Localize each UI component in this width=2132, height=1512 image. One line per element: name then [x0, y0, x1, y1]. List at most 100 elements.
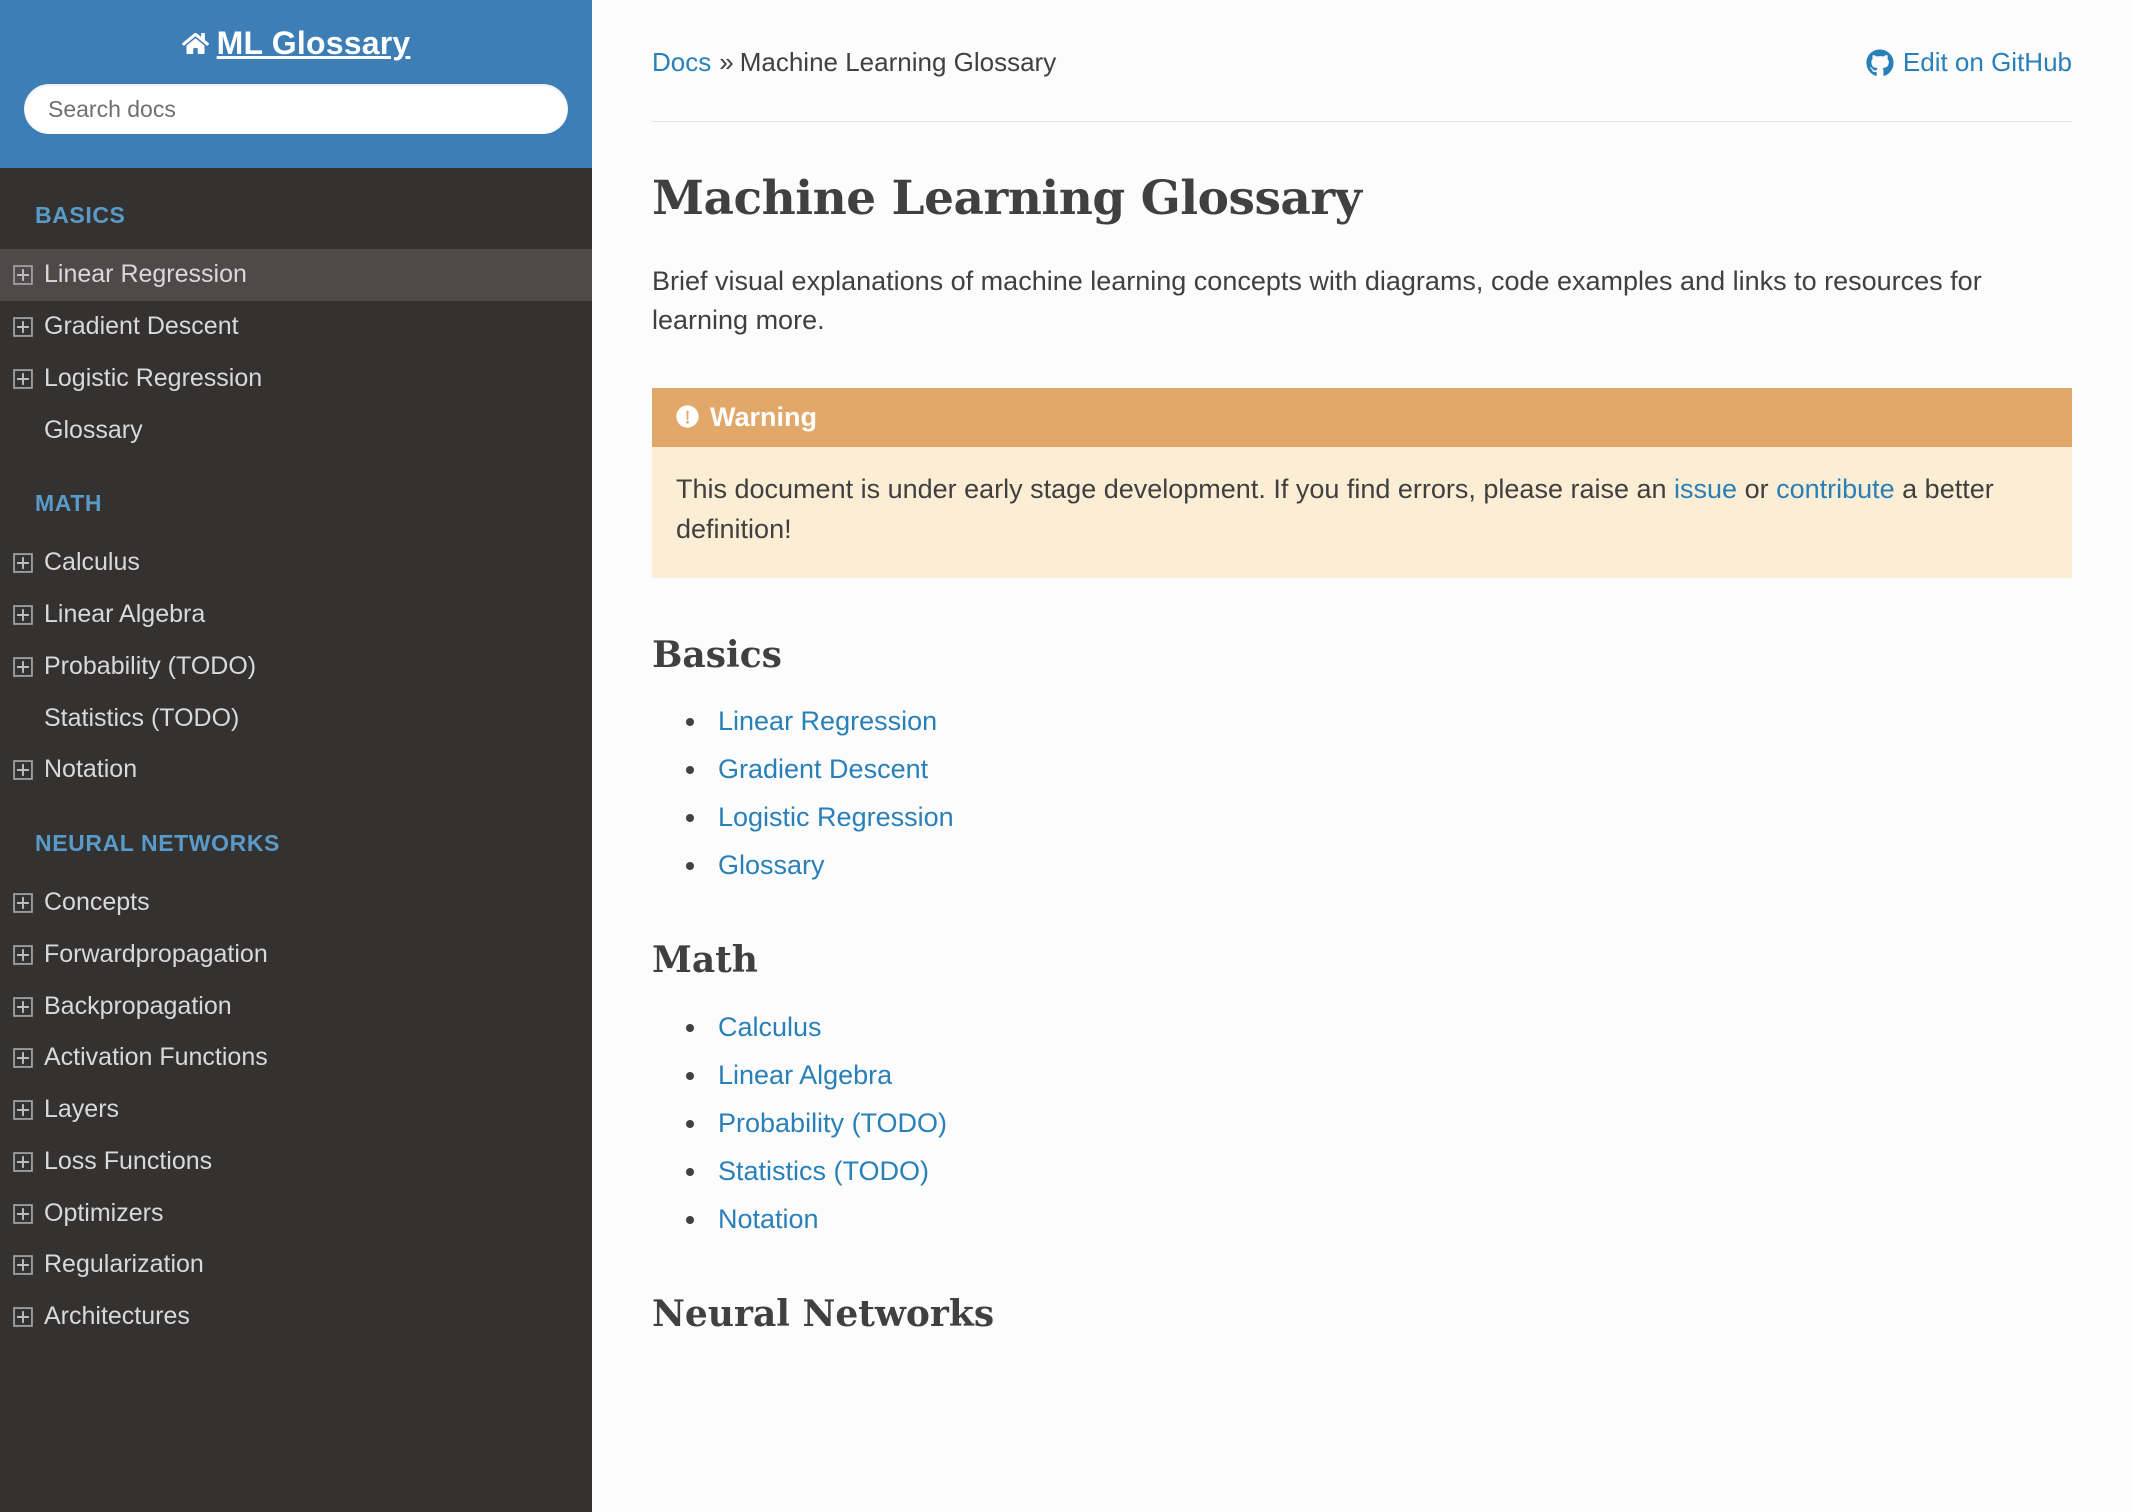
content-link-notation[interactable]: Notation — [718, 1204, 819, 1234]
sidebar-item-layers[interactable]: Layers — [0, 1084, 592, 1136]
list-item: Gradient Descent — [686, 752, 2072, 787]
sidebar-item-label: Backpropagation — [44, 991, 232, 1020]
sidebar-item-activation-functions[interactable]: Activation Functions — [0, 1032, 592, 1084]
sidebar-item-label: Regularization — [44, 1250, 204, 1279]
issue-link[interactable]: issue — [1674, 474, 1737, 504]
document-sections: Basics Linear Regression Gradient Descent L… — [652, 634, 2072, 1336]
warning-admonition: Warning This document is under early sta… — [652, 387, 2072, 578]
sidebar-item-notation[interactable]: Notation — [0, 744, 592, 796]
edit-on-github-link[interactable]: Edit on GitHub — [1866, 47, 2072, 78]
section-link-list: Linear Regression Gradient Descent Logisti… — [652, 704, 2072, 883]
expand-plus-icon[interactable] — [12, 1099, 34, 1121]
list-item: Probability (TODO) — [686, 1106, 2072, 1141]
sidebar-item-label: Activation Functions — [44, 1043, 268, 1072]
sidebar-item-concepts[interactable]: Concepts — [0, 877, 592, 929]
sidebar-item-label: Architectures — [44, 1302, 190, 1331]
expand-plus-icon[interactable] — [12, 552, 34, 574]
sidebar-caption-neural-networks: Neural Networks — [35, 830, 280, 857]
sidebar-item-label: Forwardpropagation — [44, 939, 268, 968]
expand-plus-icon[interactable] — [12, 264, 34, 286]
content-link-glossary[interactable]: Glossary — [718, 850, 825, 880]
expand-plus-icon[interactable] — [12, 996, 34, 1018]
content-link-statistics-todo[interactable]: Statistics (TODO) — [718, 1156, 929, 1186]
sidebar-item-backpropagation[interactable]: Backpropagation — [0, 981, 592, 1033]
expand-plus-icon[interactable] — [12, 1254, 34, 1276]
sidebar-item-label: Logistic Regression — [44, 363, 263, 392]
sidebar-item-forwardpropagation[interactable]: Forwardpropagation — [0, 929, 592, 981]
expand-plus-icon[interactable] — [12, 1306, 34, 1328]
expand-plus-icon[interactable] — [12, 944, 34, 966]
list-item: Statistics (TODO) — [686, 1154, 2072, 1189]
warning-admonition-label: Warning — [710, 401, 817, 432]
sidebar-item-label: Glossary — [44, 415, 143, 444]
search-input[interactable] — [24, 84, 568, 135]
content-link-linear-regression[interactable]: Linear Regression — [718, 706, 937, 736]
breadcrumb-docs-link[interactable]: Docs — [652, 47, 711, 77]
sidebar-item-label: Linear Algebra — [44, 600, 206, 629]
sidebar-header: ML Glossary — [0, 0, 592, 169]
warning-admonition-body: This document is under early stage devel… — [652, 447, 2072, 578]
contribute-link[interactable]: contribute — [1776, 474, 1895, 504]
sidebar-search-wrapper — [0, 62, 592, 135]
sidebar-item-label: Concepts — [44, 888, 150, 917]
list-item: Notation — [686, 1202, 2072, 1237]
section-link-list: Calculus Linear Algebra Probability (TODO)… — [652, 1010, 2072, 1237]
list-item: Logistic Regression — [686, 800, 2072, 835]
page-title: Machine Learning Glossary — [652, 171, 1362, 227]
sidebar-item-architectures[interactable]: Architectures — [0, 1291, 592, 1343]
sidebar-item-label: Linear Regression — [44, 260, 247, 289]
sidebar-item-probability-todo[interactable]: Probability (TODO) — [0, 641, 592, 693]
warning-text-1: This document is under early stage devel… — [676, 473, 1675, 504]
sidebar-item-linear-regression[interactable]: Linear Regression — [0, 249, 592, 302]
sidebar-nav: Basics Linear Regression Gradient Descent L… — [0, 168, 592, 1343]
github-icon — [1866, 48, 1903, 77]
page-root: ML Glossary Basics Linear Regression Gradi… — [0, 0, 2132, 1512]
content-link-probability-todo[interactable]: Probability (TODO) — [718, 1108, 947, 1138]
expand-plus-icon[interactable] — [12, 316, 34, 338]
sidebar-item-optimizers[interactable]: Optimizers — [0, 1188, 592, 1240]
exclamation-circle-icon — [676, 405, 699, 428]
content-link-gradient-descent[interactable]: Gradient Descent — [718, 754, 928, 784]
sidebar-item-label: Layers — [44, 1095, 120, 1124]
content-link-calculus[interactable]: Calculus — [718, 1012, 822, 1042]
expand-plus-icon[interactable] — [12, 759, 34, 781]
expand-plus-icon[interactable] — [12, 656, 34, 678]
content-link-logistic-regression[interactable]: Logistic Regression — [718, 802, 954, 832]
list-item: Linear Algebra — [686, 1058, 2072, 1093]
breadcrumb-row: Docs » Machine Learning Glossary Edit on G… — [592, 0, 2132, 78]
expand-plus-icon[interactable] — [12, 1151, 34, 1173]
sidebar-item-gradient-descent[interactable]: Gradient Descent — [0, 301, 592, 353]
sidebar-brand-text: ML Glossary — [216, 25, 411, 61]
warning-text-2: or — [1737, 473, 1777, 504]
sidebar-item-calculus[interactable]: Calculus — [0, 537, 592, 589]
list-item: Linear Regression — [686, 704, 2072, 739]
section-heading-neural-networks: Neural Networks — [652, 1293, 995, 1336]
sidebar-item-glossary[interactable]: Glossary — [0, 405, 592, 457]
section-heading-math: Math — [652, 939, 758, 982]
sidebar-item-loss-functions[interactable]: Loss Functions — [0, 1136, 592, 1188]
sidebar-item-label: Gradient Descent — [44, 312, 239, 341]
expand-plus-icon[interactable] — [12, 368, 34, 390]
sidebar-brand-link[interactable]: ML Glossary — [0, 24, 592, 62]
expand-plus-icon[interactable] — [12, 1203, 34, 1225]
sidebar-item-label: Statistics (TODO) — [44, 703, 240, 732]
edit-on-github-label: Edit on GitHub — [1902, 47, 2072, 77]
breadcrumb-current: Machine Learning Glossary — [739, 47, 1057, 77]
breadcrumb-divider — [652, 121, 2072, 123]
breadcrumb: Docs » Machine Learning Glossary — [652, 47, 1056, 78]
content-link-linear-algebra[interactable]: Linear Algebra — [718, 1060, 892, 1090]
breadcrumb-separator: » — [719, 47, 734, 77]
expand-plus-icon[interactable] — [12, 1047, 34, 1069]
section-heading-basics: Basics — [652, 633, 782, 676]
sidebar-item-regularization[interactable]: Regularization — [0, 1239, 592, 1291]
list-item: Glossary — [686, 848, 2072, 883]
sidebar-item-label: Notation — [44, 755, 138, 784]
expand-plus-icon[interactable] — [12, 892, 34, 914]
sidebar-item-label: Probability (TODO) — [44, 651, 257, 680]
intro-paragraph: Brief visual explanations of machine lea… — [652, 266, 1982, 336]
sidebar-item-linear-algebra[interactable]: Linear Algebra — [0, 589, 592, 641]
document-body: Machine Learning Glossary Brief visual e… — [592, 172, 2132, 1336]
sidebar-item-logistic-regression[interactable]: Logistic Regression — [0, 353, 592, 405]
expand-plus-icon[interactable] — [12, 604, 34, 626]
sidebar-item-statistics-todo[interactable]: Statistics (TODO) — [0, 693, 592, 745]
